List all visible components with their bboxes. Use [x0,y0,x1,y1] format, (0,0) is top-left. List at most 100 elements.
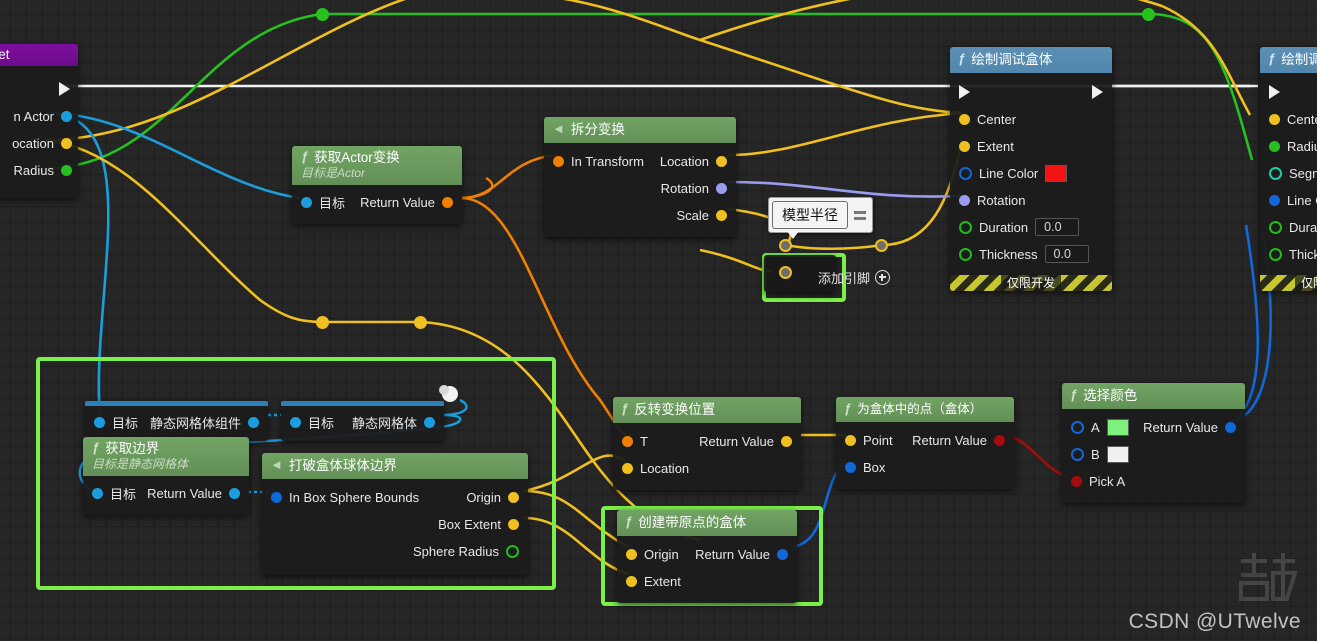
object-pin-icon[interactable] [301,197,312,209]
output-rotation[interactable]: Rotation [661,181,727,196]
row-line-color[interactable]: Line C [1260,187,1317,214]
node-get-actor-transform[interactable]: ƒ 获取Actor变换 目标是Actor 目标 Return Value [292,146,462,225]
float-pin-icon[interactable] [959,220,972,234]
node-inverse-transform-location[interactable]: ƒ 反转变换位置 T Return Value Location [613,397,801,490]
struct-pin-icon[interactable] [845,461,856,473]
object-pin-icon[interactable] [94,417,105,428]
node-draw-debug-box[interactable]: ƒ 绘制调试盒体 Center Extent Line Color Rotati… [950,47,1112,292]
add-pin-control[interactable]: 添加引脚 [818,268,891,287]
row-duration[interactable]: Durati [1260,214,1317,241]
struct-pin-icon[interactable] [959,166,972,180]
row-thickness[interactable]: Thickness 0.0 [950,241,1112,268]
integer-pin-icon[interactable] [1269,166,1282,180]
row-extent[interactable]: Extent [950,133,1112,160]
target-pin-radius[interactable]: Radius [0,157,78,184]
vector-pin-icon[interactable] [959,113,970,125]
target-exec-row[interactable] [0,76,78,103]
output-return-value[interactable]: Return Value [699,434,792,449]
row-line-color[interactable]: Line Color [950,160,1112,187]
node-get-static-mesh-component[interactable]: 目标 静态网格体组件 [85,401,268,441]
output-return-value[interactable]: Return Value [147,486,240,501]
input-in-box-sphere-bounds[interactable]: In Box Sphere Bounds [271,490,419,505]
vector-pin-icon[interactable] [1269,113,1280,125]
boolean-pin-icon[interactable] [1071,475,1082,487]
output-static-mesh[interactable]: 静态网格体 [352,413,435,432]
node-is-point-in-box[interactable]: ƒ 为盒体中的点（盒体） Point Return Value Box [836,397,1014,489]
struct-pin-icon[interactable] [1071,447,1084,461]
plus-circle-icon[interactable] [875,270,891,285]
output-return-value[interactable]: Return Value [695,547,788,562]
row-rotation[interactable]: Rotation [950,187,1112,214]
vector-pin-icon[interactable] [716,155,727,167]
rotator-pin-icon[interactable] [716,182,727,194]
row-location[interactable]: Location [613,455,801,482]
reroute-node-yellow-right[interactable] [414,316,427,329]
vector-pin-icon[interactable] [622,462,633,474]
row-radius[interactable]: Radius [1260,133,1317,160]
output-scale[interactable]: Scale [676,208,727,223]
row-duration[interactable]: Duration 0.0 [950,214,1112,241]
color-a-swatch[interactable] [1106,418,1129,436]
vector-pin-icon[interactable] [508,518,519,530]
exec-out-icon[interactable] [1092,85,1103,100]
output-box-extent[interactable]: Box Extent [438,517,519,532]
exec-out-icon[interactable] [59,82,70,97]
input-point[interactable]: Point [845,433,893,448]
exec-in-icon[interactable] [1269,85,1280,100]
struct-pin-icon[interactable] [229,488,240,500]
float-pin-icon[interactable] [959,247,972,261]
reroute-knot-a[interactable] [779,239,792,252]
object-pin-icon[interactable] [248,417,259,428]
node-select-color[interactable]: ƒ 选择颜色 A Return Value B Pick A [1062,383,1245,503]
reroute-node-yellow-left[interactable] [316,316,329,329]
duration-input[interactable]: 0.0 [1035,218,1080,237]
vector-pin-icon[interactable] [61,137,72,149]
transform-pin-icon[interactable] [553,155,564,167]
vector-pin-icon[interactable] [845,434,856,446]
node-get-bounds[interactable]: ƒ 获取边界 目标是静态网格体 目标 Return Value [83,437,249,516]
node-make-box-with-origin[interactable]: ƒ 创建带原点的盒体 Origin Return Value Extent [617,510,797,603]
row-exec[interactable] [1260,79,1317,106]
transform-pin-icon[interactable] [442,197,453,209]
output-return-value[interactable]: Return Value [912,433,1005,448]
input-target[interactable]: 目标 [301,193,345,212]
row-center[interactable]: Cente [1260,106,1317,133]
input-t[interactable]: T [622,434,648,449]
float-pin-icon[interactable] [1269,140,1280,152]
object-pin-icon[interactable] [92,488,103,500]
input-target[interactable]: 目标 [92,484,136,503]
input-target[interactable]: 目标 [290,413,334,432]
float-pin-icon[interactable] [506,544,519,558]
node-break-transform[interactable]: ◄ 拆分变换 In Transform Location Rotation Sc… [544,117,736,237]
boolean-pin-icon[interactable] [994,434,1005,446]
vector-pin-icon[interactable] [626,548,637,560]
struct-pin-icon[interactable] [1269,194,1280,206]
color-b-swatch[interactable] [1106,445,1129,463]
float-pin-icon[interactable] [1269,247,1282,261]
struct-pin-icon[interactable] [1071,420,1084,434]
target-pin-in-actor[interactable]: n Actor [0,103,78,130]
struct-pin-icon[interactable] [777,548,788,560]
output-sphere-radius[interactable]: Sphere Radius [413,544,519,559]
row-pick-a[interactable]: Pick A [1062,468,1245,495]
vector-pin-icon[interactable] [781,435,792,447]
row-box[interactable]: Box [836,454,1014,481]
row-thickness[interactable]: Thickn [1260,241,1317,268]
node-target[interactable]: Target n Actor ocation Radius [0,44,78,198]
row-segments[interactable]: Segm [1260,160,1317,187]
input-origin[interactable]: Origin [626,547,679,562]
reroute-node-green-right[interactable] [1142,8,1155,21]
float-pin-icon[interactable] [61,164,72,176]
target-pin-location[interactable]: ocation [0,130,78,157]
reroute-knot-b[interactable] [875,239,888,252]
row-extent[interactable]: Extent [617,568,797,595]
node-draw-debug-sphere[interactable]: ƒ 绘制调 Cente Radius Segm Line C Durati Th [1260,47,1317,292]
object-pin-icon[interactable] [424,417,435,428]
vector-pin-icon[interactable] [626,575,637,587]
float-pin-icon[interactable] [1269,220,1282,234]
struct-pin-icon[interactable] [1225,421,1236,433]
vector-pin-icon[interactable] [959,140,970,152]
thickness-input[interactable]: 0.0 [1044,245,1089,264]
output-return-value[interactable]: Return Value [1143,420,1236,435]
object-pin-icon[interactable] [61,110,72,122]
